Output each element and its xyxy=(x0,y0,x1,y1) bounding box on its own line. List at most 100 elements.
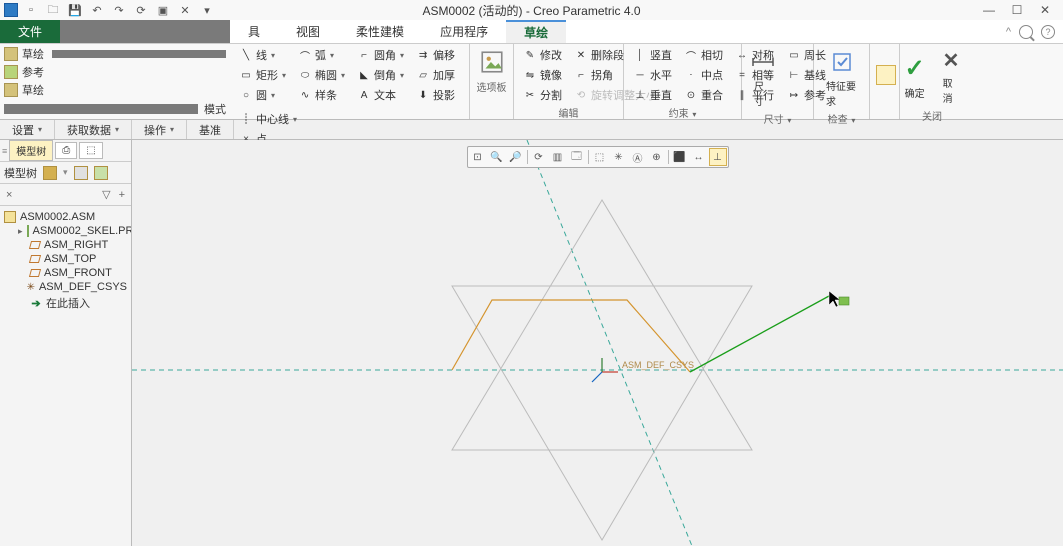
zoom-out-icon[interactable]: 🔎 xyxy=(507,148,525,166)
tree-root[interactable]: ASM0002.ASM xyxy=(2,210,129,224)
open-icon[interactable]: 🗀 xyxy=(46,3,60,17)
tree-top[interactable]: ASM_TOP xyxy=(16,252,129,266)
tree-tab-2[interactable]: ⎙ xyxy=(55,142,77,159)
vertical-button[interactable]: │竖直 xyxy=(630,46,675,64)
help-icon[interactable]: ? xyxy=(1041,25,1055,39)
expander-icon[interactable]: ▸ xyxy=(18,226,23,237)
maximize-button[interactable]: ☐ xyxy=(1009,3,1025,17)
tree-tab-model[interactable]: 模型树 xyxy=(9,140,53,161)
modify-button[interactable]: ✎修改 xyxy=(520,46,565,64)
thicken-button[interactable]: ▱加厚 xyxy=(413,66,458,84)
undo-icon[interactable]: ↶ xyxy=(90,3,104,17)
tree-csys[interactable]: ✳ASM_DEF_CSYS xyxy=(16,280,129,294)
search-icon[interactable] xyxy=(1019,25,1033,39)
windows-icon[interactable]: ▣ xyxy=(156,3,170,17)
spin-center-icon[interactable]: ⊕ xyxy=(648,148,666,166)
tab-flex[interactable]: 柔性建模 xyxy=(338,20,422,43)
text-button[interactable]: A文本 xyxy=(354,86,407,104)
subtab-operate[interactable]: 操作▾ xyxy=(132,120,187,139)
zoom-in-icon[interactable]: 🔍 xyxy=(488,148,506,166)
save-icon[interactable]: 💾 xyxy=(68,3,82,17)
filter-funnel-icon[interactable]: ▽ xyxy=(102,188,110,201)
cancel-button[interactable]: ✕取消 xyxy=(937,46,966,107)
tree-show-icon[interactable] xyxy=(94,166,108,180)
datum-disp-icon[interactable]: ✳ xyxy=(610,148,628,166)
close-button[interactable]: ✕ xyxy=(1037,3,1053,17)
subtab-getdata[interactable]: 获取数据▾ xyxy=(55,120,132,139)
csys-tree-icon: ✳ xyxy=(27,281,35,293)
ellipse-button[interactable]: ⬭椭圆▾ xyxy=(295,66,348,84)
subtab-settings[interactable]: 设置▾ xyxy=(0,120,55,139)
chamfer-button[interactable]: ◣倒角▾ xyxy=(354,66,407,84)
annot-disp-icon[interactable]: Ⓐ xyxy=(629,148,647,166)
filter-x-icon[interactable]: × xyxy=(6,189,12,201)
refdim-icon: ↦ xyxy=(787,88,801,102)
tree-collapse-icon[interactable]: ≡ xyxy=(2,146,7,156)
feature-req-button[interactable]: 特征要求 xyxy=(820,46,863,110)
new-icon[interactable]: ▫ xyxy=(24,3,38,17)
tab-view[interactable]: 视图 xyxy=(278,20,338,43)
spline-button[interactable]: ∿样条 xyxy=(295,86,348,104)
close-win-icon[interactable]: ✕ xyxy=(178,3,192,17)
divide-button[interactable]: ✂分割 xyxy=(520,86,565,104)
mirror-button[interactable]: ⇋镜像 xyxy=(520,66,565,84)
tree-right[interactable]: ASM_RIGHT xyxy=(16,238,129,252)
perpendicular-button[interactable]: ⊥垂直 xyxy=(630,86,675,104)
tree-skel[interactable]: ▸ASM0002_SKEL.PRT xyxy=(16,224,129,238)
fillet-button[interactable]: ⌐圆角▾ xyxy=(354,46,407,64)
subtab-datum[interactable]: 基准 xyxy=(187,120,234,139)
group-label-inspect: 检查 ▾ xyxy=(820,110,863,124)
divide-icon: ✂ xyxy=(523,88,537,102)
offset-button[interactable]: ⇉偏移 xyxy=(413,46,458,64)
perimeter-icon: ▭ xyxy=(787,48,801,62)
tree-front[interactable]: ASM_FRONT xyxy=(16,266,129,280)
tree-filter-icon[interactable] xyxy=(43,166,57,180)
view-manager-icon[interactable]: ⬚ xyxy=(591,148,609,166)
tree-dd-icon[interactable]: ▾ xyxy=(63,167,68,178)
dimension-button[interactable]: 尺寸 xyxy=(748,46,778,110)
line-button[interactable]: ╲线▾ xyxy=(236,46,289,64)
disp-constraints-icon[interactable]: ⊥ xyxy=(709,148,727,166)
redo-icon[interactable]: ↷ xyxy=(112,3,126,17)
repaint-icon[interactable]: ⟳ xyxy=(530,148,548,166)
filter-plus-icon[interactable]: + xyxy=(119,189,125,201)
arc-button[interactable]: ⌒弧▾ xyxy=(295,46,348,64)
circle-button[interactable]: ○圆▾ xyxy=(236,86,289,104)
centerline-button[interactable]: ┊中心线▾ xyxy=(236,110,300,128)
rect-button[interactable]: ▭矩形▾ xyxy=(236,66,289,84)
sketch-view-icon[interactable]: ⬛ xyxy=(671,148,689,166)
sketch-icon xyxy=(4,47,18,61)
display-style-icon[interactable]: ▥ xyxy=(549,148,567,166)
regen-icon[interactable]: ⟳ xyxy=(134,3,148,17)
group-label-palette: 选项板 xyxy=(476,78,507,92)
tree-tab-3[interactable]: ⬚ xyxy=(79,142,102,159)
tree-settings-icon[interactable] xyxy=(74,166,88,180)
midpoint-button[interactable]: ⋅中点 xyxy=(681,66,726,84)
tangent-button[interactable]: ⌒相切 xyxy=(681,46,726,64)
horizontal-icon: ─ xyxy=(633,68,647,82)
tab-file[interactable]: 文件 xyxy=(0,20,60,43)
saved-views-icon[interactable]: 🗔 xyxy=(568,148,586,166)
mode-bar xyxy=(4,104,198,114)
thicken-icon: ▱ xyxy=(416,68,430,82)
rotres-icon: ⟲ xyxy=(574,88,588,102)
ok-button[interactable]: ✓确定 xyxy=(899,52,931,102)
project-button[interactable]: ⬇投影 xyxy=(413,86,458,104)
palette-button[interactable] xyxy=(476,46,507,78)
mirror-icon: ⇋ xyxy=(523,68,537,82)
tab-app[interactable]: 应用程序 xyxy=(422,20,506,43)
group-label-dim: 尺寸 ▾ xyxy=(748,110,807,124)
horizontal-button[interactable]: ─水平 xyxy=(630,66,675,84)
ribbon-collapse-icon[interactable]: ^ xyxy=(1006,26,1011,38)
sketch-canvas[interactable]: ASM_DEF_CSYS ⊡ 🔍 🔎 ⟳ ▥ 🗔 ⬚ ✳ Ⓐ ⊕ ⬛ ↔ ⊥ xyxy=(132,140,1063,546)
qat-dropdown-icon[interactable]: ▾ xyxy=(200,3,214,17)
tree-insert[interactable]: ➔在此插入 xyxy=(16,294,129,312)
tangent-icon: ⌒ xyxy=(684,48,698,62)
coincident-button[interactable]: ⊙重合 xyxy=(681,86,726,104)
tab-tool[interactable]: 具 xyxy=(230,20,278,43)
palette-icon xyxy=(478,48,506,76)
minimize-button[interactable]: — xyxy=(981,3,997,17)
disp-dims-icon[interactable]: ↔ xyxy=(690,148,708,166)
refit-icon[interactable]: ⊡ xyxy=(469,148,487,166)
tab-sketch[interactable]: 草绘 xyxy=(506,20,566,43)
